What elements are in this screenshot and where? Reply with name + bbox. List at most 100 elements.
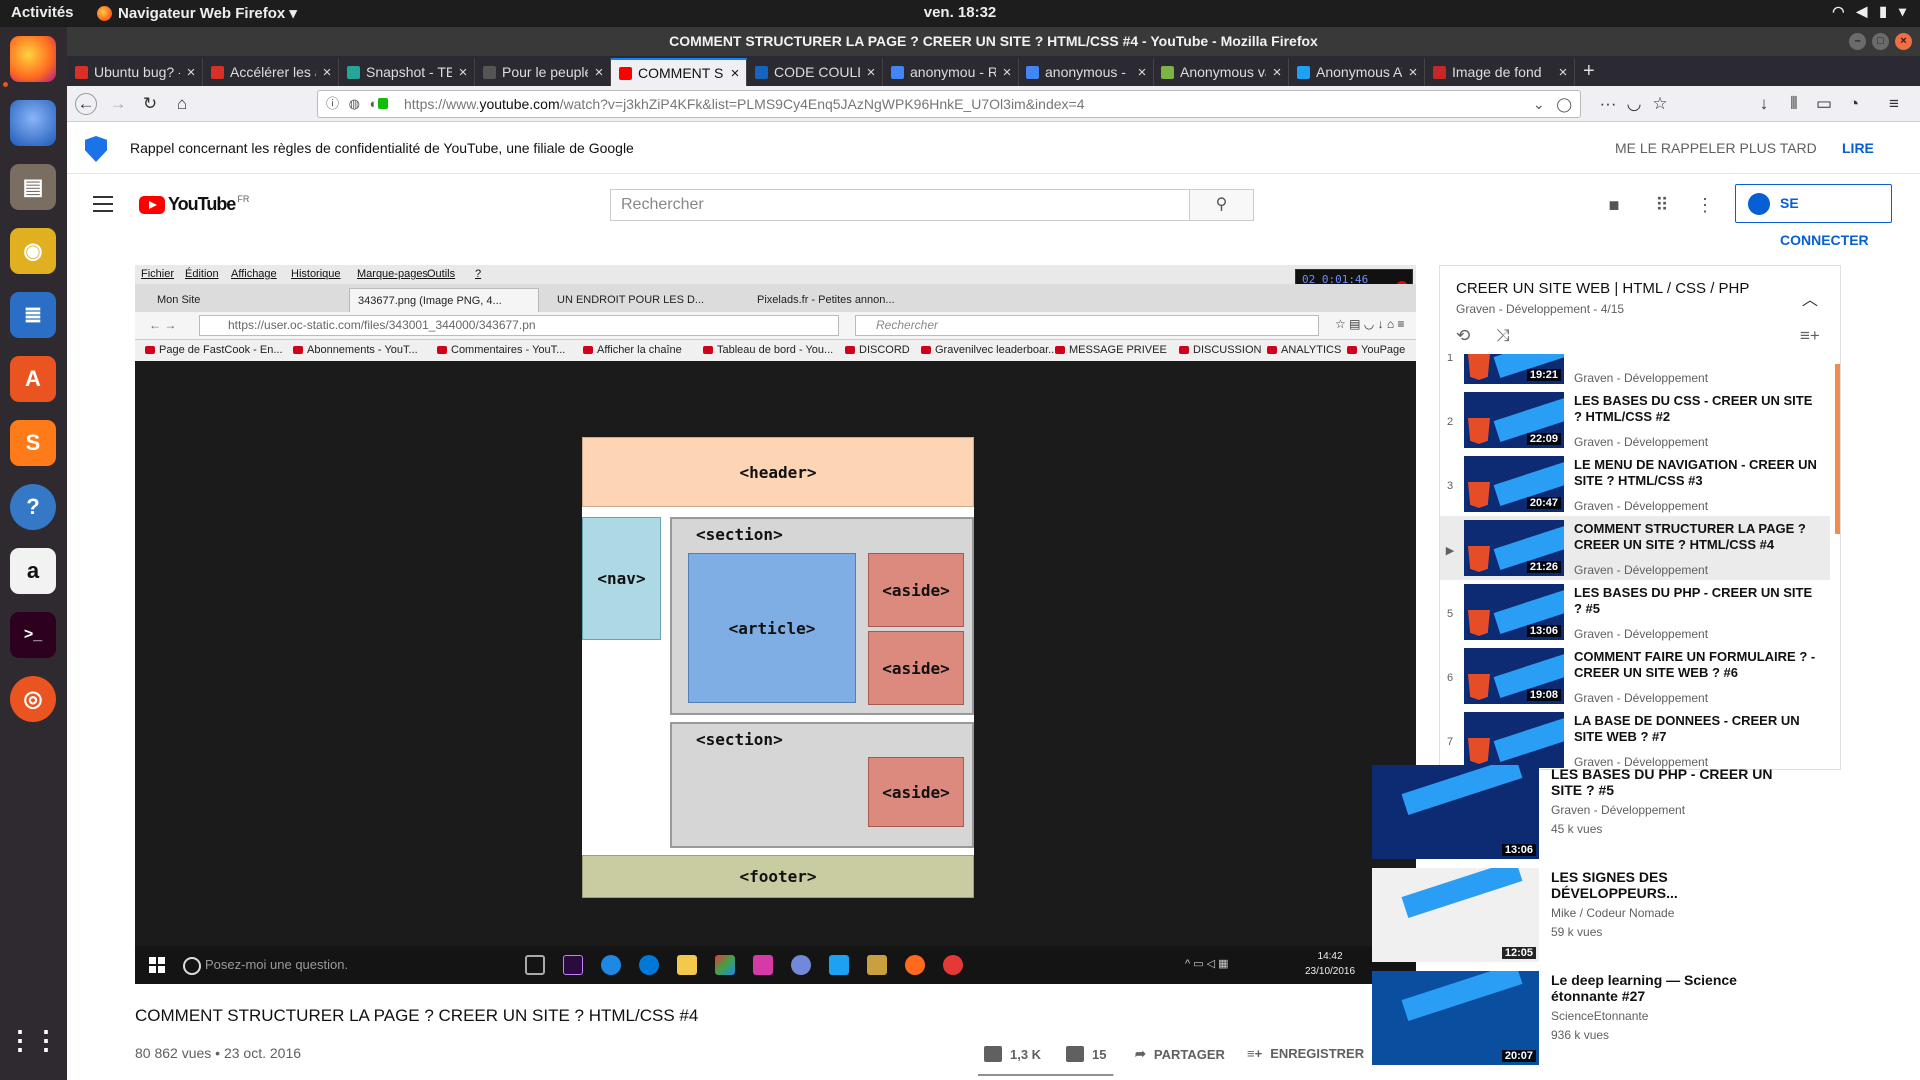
site-info-icons[interactable]: ⓘ ◍ ◐ <box>326 91 380 117</box>
dislike-button[interactable]: 15 <box>1066 1046 1106 1062</box>
close-tab-icon[interactable]: × <box>316 64 338 81</box>
minimize-icon[interactable]: – <box>1849 33 1866 50</box>
youtube-logo[interactable]: YouTube FR <box>139 194 249 215</box>
browser-tab[interactable]: CODE COULEUR× <box>747 58 883 86</box>
close-tab-icon[interactable]: × <box>1266 64 1288 81</box>
browser-tab[interactable]: anonymous - Re× <box>1018 58 1154 86</box>
save-playlist-icon[interactable]: ≡+ <box>1800 326 1820 346</box>
recommended-views: 45 k vues <box>1551 822 1603 836</box>
home-icon[interactable]: ⌂ <box>171 93 193 115</box>
search-input[interactable]: Rechercher <box>610 189 1190 221</box>
hamburger-menu-icon[interactable]: ≡ <box>1883 93 1905 115</box>
sync-icon[interactable]: ◔ <box>1843 93 1865 115</box>
browser-tab[interactable]: Anonymous va × <box>1153 58 1289 86</box>
diagram-aside-3: <aside> <box>868 757 964 827</box>
page-actions-icon[interactable]: ··· <box>1597 93 1619 115</box>
new-tab-icon[interactable]: + <box>1583 60 1595 83</box>
playlist-item[interactable]: 5 13:06 LES BASES DU PHP - CREER UN SITE ?… <box>1440 580 1830 644</box>
close-window-icon[interactable]: × <box>1895 33 1912 50</box>
save-button[interactable]: ≡+ ENREGISTRER <box>1247 1046 1364 1061</box>
close-tab-icon[interactable]: × <box>1131 64 1153 81</box>
playlist-item[interactable]: 7 LA BASE DE DONNEES - CREER UN SITE WEB … <box>1440 708 1830 769</box>
loop-icon[interactable]: ⟲ <box>1456 326 1470 346</box>
playlist-subtitle[interactable]: Graven - Développement - 4/15 <box>1456 302 1624 316</box>
close-tab-icon[interactable]: × <box>724 65 746 82</box>
terminal-launcher-icon[interactable]: >_ <box>10 612 56 658</box>
collapse-chevron-icon[interactable]: ︿ <box>1802 286 1818 310</box>
playlist-item[interactable]: ▶ 21:26 COMMENT STRUCTURER LA PAGE ? CREER… <box>1440 516 1830 580</box>
playlist-item-index: ▶ <box>1445 545 1455 557</box>
remind-later-button[interactable]: ME LE RAPPELER PLUS TARD <box>1615 140 1817 156</box>
shuffle-icon[interactable]: ⤨ <box>1496 326 1510 346</box>
recommended-video[interactable]: 12:05 LES SIGNES DES DÉVELOPPEURS... Mike … <box>1372 868 1792 962</box>
app-menu[interactable]: Navigateur Web Firefox ▾ <box>97 4 297 22</box>
activities-button[interactable]: Activités <box>11 4 74 21</box>
close-tab-icon[interactable]: × <box>1552 64 1574 81</box>
close-tab-icon[interactable]: × <box>588 64 610 81</box>
sidebar-icon[interactable]: ▭ <box>1813 93 1835 115</box>
close-tab-icon[interactable]: × <box>860 64 882 81</box>
recommended-video[interactable]: 13:06 LES BASES DU PHP - CREER UN SITE ? … <box>1372 765 1792 859</box>
playlist-item[interactable]: 119:21BASESGraven - Développement <box>1440 354 1830 388</box>
search-button[interactable]: ⚲ <box>1189 189 1254 221</box>
files-launcher-icon[interactable]: ▤ <box>10 164 56 210</box>
settings-dots-icon[interactable]: ⋮ <box>1694 194 1716 216</box>
amazon-launcher-icon[interactable]: a <box>10 548 56 594</box>
recommended-video[interactable]: 20:07 Le deep learning — Science étonnant… <box>1372 971 1792 1065</box>
reload-icon[interactable]: ↻ <box>139 93 161 115</box>
url-actions[interactable]: ⌄ ◯ <box>1533 91 1572 117</box>
video-player[interactable]: Fichier Édition Affichage Historique Marque-… <box>135 265 1416 984</box>
playlist-item[interactable]: 6 19:08 COMMENT FAIRE UN FORMULAIRE ? - CR… <box>1440 644 1830 708</box>
writer-launcher-icon[interactable]: ≣ <box>10 292 56 338</box>
playlist-title[interactable]: CREER UN SITE WEB | HTML / CSS / PHP <box>1456 280 1749 297</box>
software-launcher-icon[interactable]: A <box>10 356 56 402</box>
library-icon[interactable]: ⫴ <box>1783 93 1805 115</box>
playlist-scrollbar[interactable] <box>1835 364 1840 534</box>
browser-tab[interactable]: Image de fond × <box>1425 58 1575 86</box>
rhythmbox-launcher-icon[interactable]: ◉ <box>10 228 56 274</box>
tab-label: COMMENT S <box>638 65 724 81</box>
firefox-launcher-icon[interactable] <box>10 36 56 82</box>
playlist-item[interactable]: 2 22:09 LES BASES DU CSS - CREER UN SITE ?… <box>1440 388 1830 452</box>
close-tab-icon[interactable]: × <box>452 64 474 81</box>
back-arrow-icon[interactable]: ← <box>75 93 97 115</box>
browser-tab[interactable]: anonymou - Rec× <box>883 58 1019 86</box>
system-tray[interactable]: ◠ ◀ ▮ ▾ <box>1832 3 1906 20</box>
recorded-tab: Mon Site <box>157 294 201 306</box>
recorded-bookmark: Abonnements - YouT... <box>293 344 418 356</box>
close-tab-icon[interactable]: × <box>180 64 202 81</box>
help-launcher-icon[interactable]: ? <box>10 484 56 530</box>
forward-arrow-icon[interactable]: → <box>107 93 129 115</box>
url-bar[interactable]: ⓘ ◍ ◐ https://www.youtube.com/watch?v=j3… <box>317 90 1581 118</box>
read-button[interactable]: LIRE <box>1842 140 1874 156</box>
share-button[interactable]: ➦ PARTAGER <box>1135 1046 1225 1062</box>
downloads-icon[interactable]: ↓ <box>1753 93 1775 115</box>
window-titlebar: COMMENT STRUCTURER LA PAGE ? CREER UN SI… <box>67 27 1920 56</box>
pocket-icon[interactable]: ◡ <box>1623 93 1645 115</box>
apps-grid-icon[interactable]: ⠿ <box>1651 194 1673 216</box>
tab-favicon-icon <box>755 65 768 79</box>
system-clock[interactable]: ven. 18:32 <box>924 4 997 21</box>
playlist-item[interactable]: 3 20:47 LE MENU DE NAVIGATION - CREER UN S… <box>1440 452 1830 516</box>
browser-tab[interactable]: COMMENT S × <box>611 58 747 86</box>
sublime-launcher-icon[interactable]: S <box>10 420 56 466</box>
close-tab-icon[interactable]: × <box>1402 64 1424 81</box>
browser-tab[interactable]: Pour le peuple × <box>475 58 611 86</box>
thunderbird-launcher-icon[interactable] <box>10 100 56 146</box>
recorded-bookmark: MESSAGE PRIVEE <box>1055 344 1167 356</box>
create-video-icon[interactable]: ■ <box>1603 194 1625 216</box>
close-tab-icon[interactable]: × <box>996 64 1018 81</box>
windows-time: 14:42 <box>1317 951 1343 962</box>
browser-tab[interactable]: Anonymous AT × <box>1289 58 1425 86</box>
maximize-icon[interactable]: □ <box>1872 33 1889 50</box>
sign-in-button[interactable]: SE CONNECTER <box>1735 184 1892 248</box>
browser-tab[interactable]: Ubuntu bug? - c× <box>67 58 203 86</box>
battery-icon: ▮ <box>1879 3 1887 19</box>
show-applications-icon[interactable]: ⋮⋮ <box>7 1017 59 1063</box>
guide-menu-icon[interactable] <box>93 196 113 217</box>
browser-tab[interactable]: Snapshot - TEM× <box>339 58 475 86</box>
like-button[interactable]: 1,3 K <box>984 1046 1041 1062</box>
browser-tab[interactable]: Accélérer les a × <box>203 58 339 86</box>
bookmark-star-icon[interactable]: ☆ <box>1649 93 1671 115</box>
ubuntu-launcher-icon[interactable]: ◎ <box>10 676 56 722</box>
